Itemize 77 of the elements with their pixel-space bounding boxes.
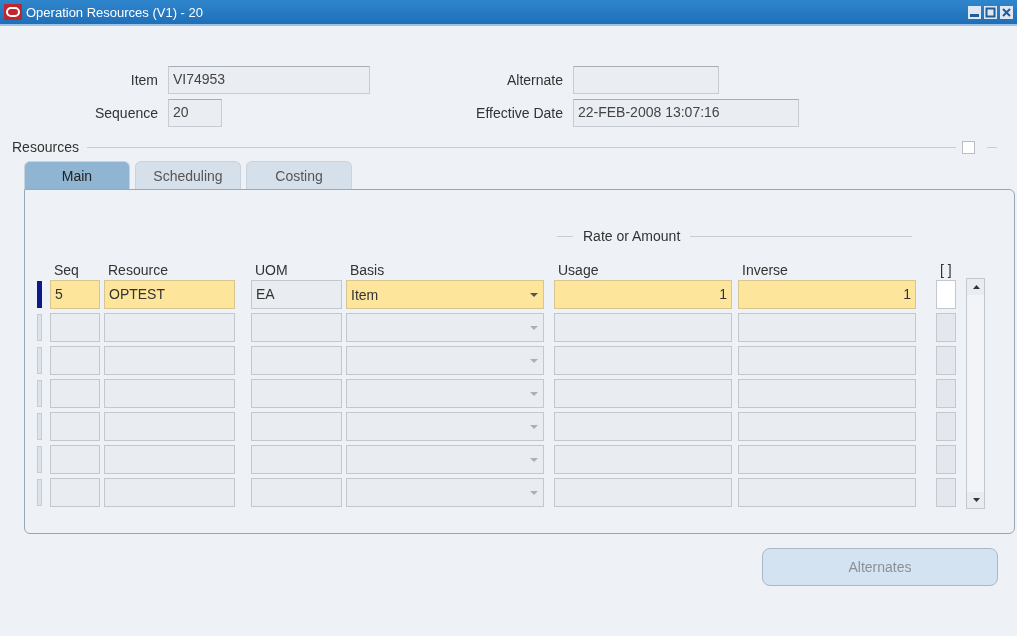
table-cell[interactable] — [50, 445, 100, 474]
basis-dropdown[interactable] — [346, 379, 544, 408]
checkbox[interactable] — [936, 445, 956, 474]
table-cell[interactable] — [104, 313, 235, 342]
table-cell[interactable] — [738, 346, 916, 375]
field-label: Alternate — [505, 72, 564, 88]
table-cell[interactable] — [50, 412, 100, 441]
item-field[interactable]: VI74953 — [168, 66, 370, 94]
table-cell[interactable] — [251, 379, 342, 408]
table-cell[interactable]: 5 — [50, 280, 100, 309]
table-cell[interactable] — [104, 346, 235, 375]
tab[interactable]: Scheduling — [135, 161, 241, 189]
field-label: Sequence — [93, 105, 159, 121]
column-header: Resource — [107, 262, 169, 278]
table-cell[interactable] — [738, 379, 916, 408]
logo-icon — [4, 4, 22, 20]
field-label: Item — [129, 72, 159, 88]
field-label: Effective Date — [475, 105, 564, 121]
table-cell[interactable]: 1 — [738, 280, 916, 309]
table-cell[interactable] — [251, 313, 342, 342]
table-cell[interactable] — [251, 346, 342, 375]
table-cell[interactable] — [251, 445, 342, 474]
checkbox[interactable] — [936, 280, 956, 309]
minimize-icon[interactable] — [968, 5, 981, 19]
basis-dropdown[interactable] — [346, 478, 544, 507]
table-cell[interactable] — [104, 379, 235, 408]
table-cell[interactable]: EA — [251, 280, 342, 309]
table-cell[interactable] — [104, 445, 235, 474]
table-cell[interactable]: 1 — [554, 280, 732, 309]
section-title: Resources — [11, 139, 80, 155]
basis-dropdown[interactable]: Item — [346, 280, 544, 309]
checkbox[interactable] — [962, 140, 975, 154]
basis-dropdown[interactable] — [346, 313, 544, 342]
table-cell[interactable] — [554, 445, 732, 474]
column-header: Seq — [53, 262, 80, 278]
checkbox[interactable] — [936, 346, 956, 375]
window-title: Operation Resources (V1) - 20 — [26, 4, 205, 20]
group-label: Rate or Amount — [582, 228, 682, 244]
table-cell[interactable] — [554, 478, 732, 507]
maximize-icon[interactable] — [984, 5, 997, 19]
table-cell[interactable] — [104, 412, 235, 441]
table-cell[interactable] — [554, 313, 732, 342]
table-cell[interactable] — [554, 346, 732, 375]
sequence-field[interactable]: 20 — [168, 99, 222, 127]
table-cell[interactable] — [50, 346, 100, 375]
effective-date-field[interactable]: 22-FEB-2008 13:07:16 — [573, 99, 799, 127]
column-header: [ ] — [939, 262, 953, 278]
close-icon[interactable] — [1000, 5, 1013, 19]
column-header: Basis — [349, 262, 386, 278]
table-cell[interactable] — [50, 478, 100, 507]
column-header: Inverse — [741, 262, 789, 278]
tab[interactable]: Main — [24, 161, 130, 189]
checkbox[interactable] — [936, 313, 956, 342]
table-cell[interactable] — [104, 478, 235, 507]
tab[interactable]: Costing — [246, 161, 352, 189]
basis-dropdown[interactable] — [346, 445, 544, 474]
caret-icon[interactable] — [529, 291, 539, 298]
scrollbar[interactable] — [966, 278, 985, 509]
table-cell[interactable] — [738, 478, 916, 507]
basis-dropdown[interactable] — [346, 346, 544, 375]
table-cell[interactable] — [50, 379, 100, 408]
checkbox[interactable] — [936, 478, 956, 507]
table-cell[interactable]: OPTEST — [104, 280, 235, 309]
checkbox[interactable] — [936, 379, 956, 408]
basis-dropdown[interactable] — [346, 412, 544, 441]
table-cell[interactable] — [554, 379, 732, 408]
checkbox[interactable] — [936, 412, 956, 441]
alternate-field[interactable] — [573, 66, 719, 94]
table-cell[interactable] — [554, 412, 732, 441]
table-cell[interactable] — [738, 445, 916, 474]
column-header: UOM — [254, 262, 289, 278]
table-cell[interactable] — [251, 412, 342, 441]
table-cell[interactable] — [738, 412, 916, 441]
table-cell[interactable] — [738, 313, 916, 342]
table-cell[interactable] — [50, 313, 100, 342]
table-cell[interactable] — [251, 478, 342, 507]
column-header: Usage — [557, 262, 600, 278]
